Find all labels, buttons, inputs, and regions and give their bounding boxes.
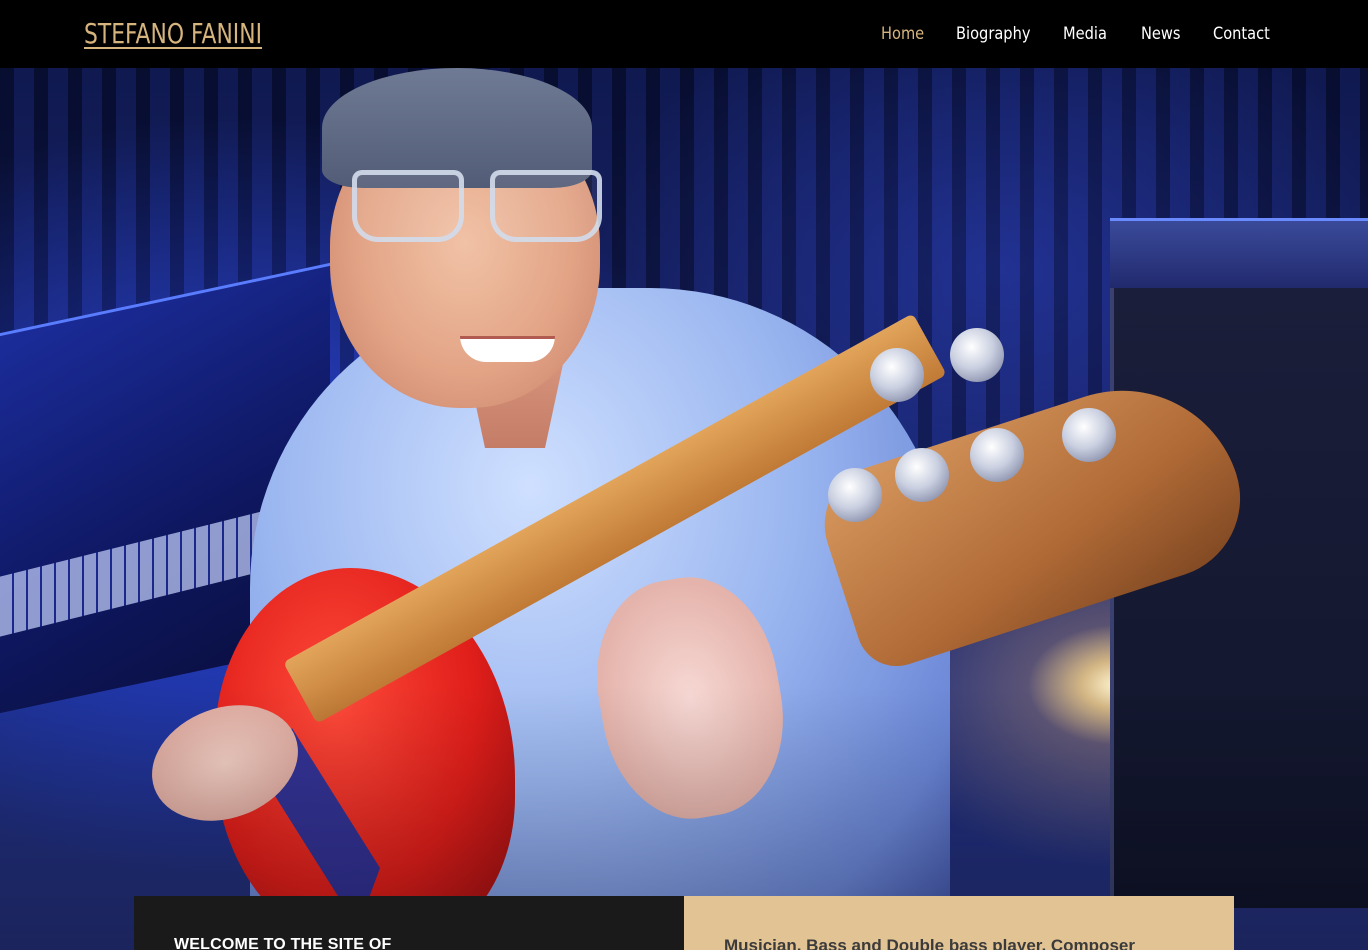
nav-home[interactable]: Home [881, 22, 924, 46]
hero-image [0, 68, 1368, 950]
tagline-text: Musician, Bass and Double bass player, C… [724, 936, 1135, 950]
site-header: STEFANO FANINI Home Biography Media News… [0, 0, 1368, 68]
hero-shade [0, 68, 1368, 950]
nav-biography[interactable]: Biography [956, 22, 1030, 46]
nav-contact[interactable]: Contact [1213, 22, 1270, 46]
nav-media[interactable]: Media [1063, 22, 1107, 46]
tagline-panel: Musician, Bass and Double bass player, C… [684, 896, 1234, 950]
welcome-heading: WELCOME TO THE SITE OF [174, 936, 392, 950]
site-title-link[interactable]: STEFANO FANINI [84, 14, 262, 54]
welcome-panel: WELCOME TO THE SITE OF [134, 896, 684, 950]
nav-news[interactable]: News [1141, 22, 1181, 46]
